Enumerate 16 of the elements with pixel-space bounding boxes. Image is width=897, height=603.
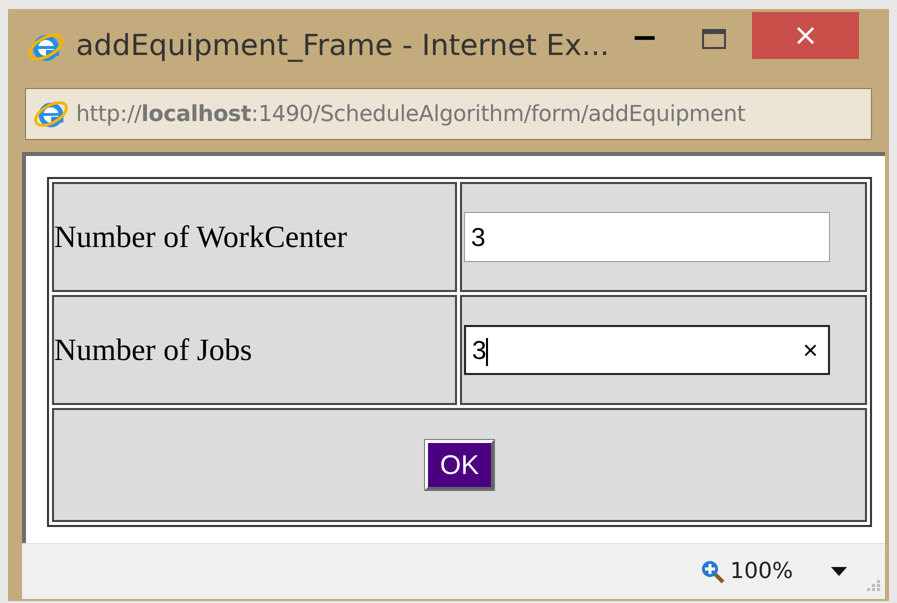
clear-button[interactable]: × [802,330,818,370]
resize-grip-icon[interactable] [867,578,881,592]
zoom-level[interactable]: 100% [730,555,793,588]
window-title: addEquipment_Frame - Internet Ex... [76,27,610,64]
maximize-button[interactable] [702,29,726,49]
dropdown-caret-icon[interactable] [831,566,847,576]
minimize-button[interactable]: − [631,21,658,53]
zoom-in-icon [700,558,726,584]
url-text: http://localhost:1490/ScheduleAlgorithm/form/addEquipment [76,100,746,128]
field-label: Number of Jobs [54,332,252,367]
ok-button[interactable]: OK [424,440,494,490]
text-field[interactable]: 3 [464,212,830,262]
text-field[interactable]: 3 × [464,325,830,375]
address-bar[interactable]: http://localhost:1490/ScheduleAlgorithm/form/addEquipment [25,88,872,140]
close-button[interactable]: × [752,12,860,59]
field-label: Number of WorkCenter [54,218,348,254]
